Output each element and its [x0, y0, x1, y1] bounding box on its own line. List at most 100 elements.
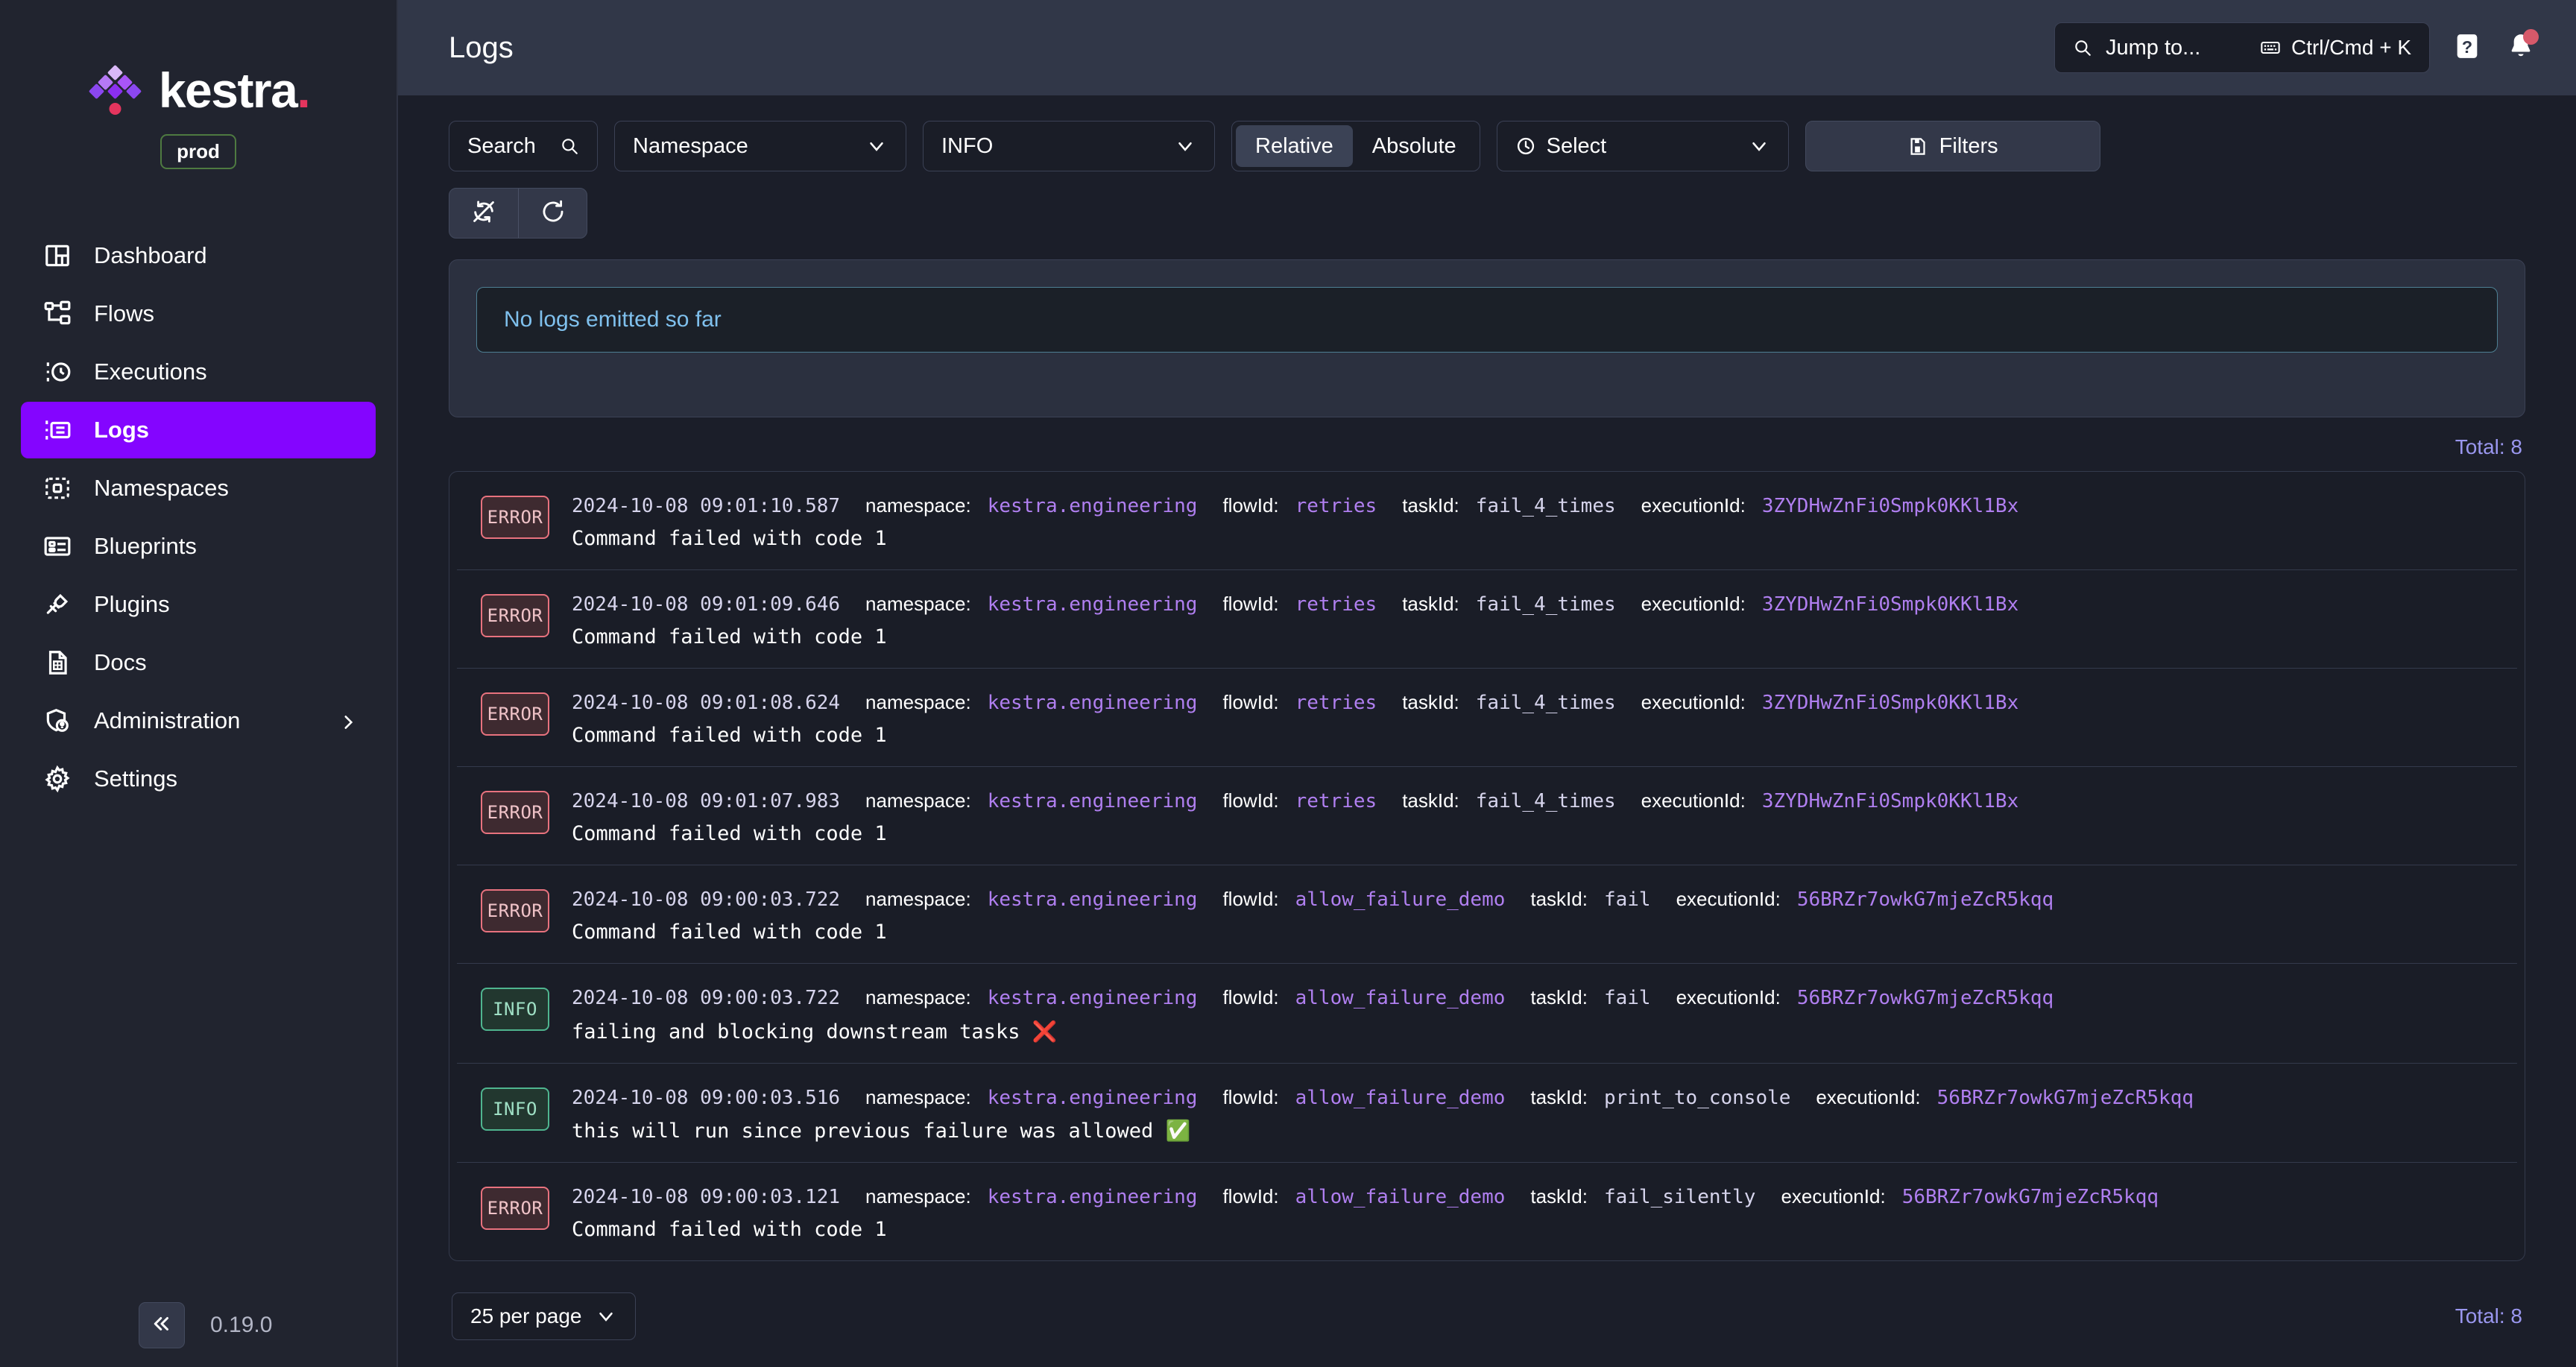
sidebar-item-docs[interactable]: Docs [21, 634, 376, 691]
log-task-key: taskId: [1530, 1086, 1588, 1108]
auto-refresh-toggle-button[interactable] [449, 189, 518, 238]
sidebar-item-blueprints[interactable]: Blueprints [21, 518, 376, 575]
log-task-key: taskId: [1530, 888, 1588, 910]
refresh-icon [540, 199, 566, 228]
main-area: Logs Jump to... [398, 0, 2576, 1367]
log-namespace-value: kestra.engineering [988, 1087, 1198, 1109]
log-row[interactable]: ERROR2024-10-08 09:00:03.121namespace:ke… [457, 1162, 2517, 1260]
log-task-value: print_to_console [1604, 1087, 1790, 1109]
log-timestamp: 2024-10-08 09:01:07.983 [572, 790, 840, 812]
log-execution-key: executionId: [1641, 691, 1746, 713]
time-range-select-label: Select [1547, 134, 1607, 159]
namespace-select[interactable]: Namespace [614, 121, 906, 171]
sidebar-item-namespaces[interactable]: Namespaces [21, 460, 376, 517]
log-flow-key: flowId: [1222, 1185, 1278, 1207]
sidebar-item-label: Blueprints [94, 533, 197, 560]
log-row[interactable]: ERROR 2024-10-08 09:01:08.624namespace:ke… [457, 668, 2517, 766]
log-namespace-value: kestra.engineering [988, 593, 1198, 616]
time-mode-relative[interactable]: Relative [1236, 125, 1353, 167]
log-level-select[interactable]: INFO [923, 121, 1215, 171]
log-flow-key: flowId: [1222, 888, 1278, 910]
chevrons-left-icon [151, 1313, 173, 1339]
sidebar-item-settings[interactable]: Settings [21, 751, 376, 807]
chevron-down-icon [865, 135, 888, 157]
sidebar-item-flows[interactable]: Flows [21, 285, 376, 342]
sidebar-item-administration[interactable]: Administration [21, 692, 376, 749]
refresh-toolbar [449, 188, 2525, 239]
sidebar-item-label: Flows [94, 300, 154, 327]
sidebar-item-label: Executions [94, 359, 207, 385]
log-timestamp: 2024-10-08 09:01:09.646 [572, 593, 840, 616]
log-namespace-key: namespace: [865, 1185, 971, 1207]
log-flow-value: allow_failure_demo [1295, 1186, 1506, 1208]
topbar: Logs Jump to... [398, 0, 2576, 95]
log-level-badge: ERROR [481, 692, 549, 736]
log-row[interactable]: ERROR2024-10-08 09:01:09.646namespace:ke… [457, 569, 2517, 668]
sidebar-item-dashboard[interactable]: Dashboard [21, 227, 376, 284]
log-row[interactable]: ERROR2024-10-08 09:01:10.587namespace:ke… [457, 472, 2517, 569]
log-namespace-value: kestra.engineering [988, 790, 1198, 812]
log-flow-key: flowId: [1222, 691, 1278, 713]
refresh-button[interactable] [518, 189, 587, 238]
save-filters-button[interactable]: Filters [1805, 121, 2100, 171]
log-timestamp: 2024-10-08 09:01:10.587 [572, 495, 840, 517]
log-flow-value: retries [1295, 790, 1377, 812]
log-row[interactable]: ERROR2024-10-08 09:01:07.983namespace:ke… [457, 766, 2517, 865]
total-label: Total: 8 [2455, 435, 2522, 459]
time-mode-absolute[interactable]: Absolute [1353, 125, 1476, 167]
log-namespace-value: kestra.engineering [988, 495, 1198, 517]
log-row[interactable]: ERROR2024-10-08 09:00:03.722namespace:ke… [457, 865, 2517, 963]
logs-list: ERROR2024-10-08 09:01:10.587namespace:ke… [449, 471, 2525, 1261]
sidebar-item-label: Dashboard [94, 242, 207, 269]
time-range-select[interactable]: Select [1497, 121, 1789, 171]
log-task-value: fail [1604, 987, 1651, 1009]
log-message: this will run since previous failure was… [572, 1119, 2495, 1143]
log-execution-key: executionId: [1676, 986, 1781, 1008]
log-message: Command failed with code 1 [572, 921, 2495, 944]
sidebar-item-label: Plugins [94, 591, 170, 618]
sidebar-item-logs[interactable]: Logs [21, 402, 376, 458]
log-execution-key: executionId: [1781, 1185, 1885, 1207]
log-flow-key: flowId: [1222, 986, 1278, 1008]
chevron-down-icon [595, 1305, 617, 1327]
log-flow-key: flowId: [1222, 593, 1278, 615]
log-meta: 2024-10-08 09:00:03.121namespace:kestra.… [572, 1184, 2495, 1210]
search-input[interactable]: Search [449, 121, 598, 171]
help-icon: ? [2452, 29, 2482, 67]
log-execution-value: 56BRZr7owkG7mjeZcR5kqq [1937, 1087, 2194, 1109]
notifications-button[interactable] [2504, 30, 2537, 66]
administration-icon [42, 705, 73, 736]
save-icon [1907, 136, 1928, 157]
log-row[interactable]: INFO2024-10-08 09:00:03.516namespace:kes… [457, 1063, 2517, 1162]
per-page-select[interactable]: 25 per page [452, 1292, 636, 1340]
sidebar-item-label: Docs [94, 649, 147, 676]
collapse-sidebar-button[interactable] [139, 1302, 185, 1348]
log-execution-key: executionId: [1676, 888, 1781, 910]
sidebar-item-plugins[interactable]: Plugins [21, 576, 376, 633]
brand-dot: . [297, 63, 309, 118]
environment-badge: prod [160, 134, 236, 169]
log-level-badge: ERROR [481, 889, 549, 932]
kestra-logo-icon [87, 63, 142, 118]
log-message: failing and blocking downstream tasks ❌ [572, 1020, 2495, 1044]
logo[interactable]: kestra. [87, 63, 309, 118]
log-namespace-key: namespace: [865, 789, 971, 812]
log-meta: 2024-10-08 09:00:03.722namespace:kestra.… [572, 985, 2495, 1011]
log-row[interactable]: INFO2024-10-08 09:00:03.722namespace:kes… [457, 963, 2517, 1062]
svg-text:?: ? [2462, 37, 2472, 57]
log-message: Command failed with code 1 [572, 527, 2495, 550]
log-meta: 2024-10-08 09:01:10.587namespace:kestra.… [572, 493, 2495, 520]
log-timestamp: 2024-10-08 09:00:03.722 [572, 888, 840, 911]
log-task-value: fail_silently [1604, 1186, 1756, 1208]
log-body: 2024-10-08 09:01:08.624namespace:kestra.… [572, 689, 2495, 747]
jump-to-search[interactable]: Jump to... Ctrl/Cmd + K [2054, 22, 2430, 73]
log-execution-value: 56BRZr7owkG7mjeZcR5kqq [1797, 888, 2053, 911]
search-icon [2073, 38, 2092, 57]
sidebar-item-executions[interactable]: Executions [21, 344, 376, 400]
settings-icon [42, 763, 73, 795]
help-button[interactable]: ? [2452, 30, 2482, 66]
log-namespace-value: kestra.engineering [988, 888, 1198, 911]
no-logs-alert: No logs emitted so far [476, 287, 2498, 353]
sidebar-item-label: Administration [94, 707, 240, 734]
log-level-badge: INFO [481, 1087, 549, 1131]
